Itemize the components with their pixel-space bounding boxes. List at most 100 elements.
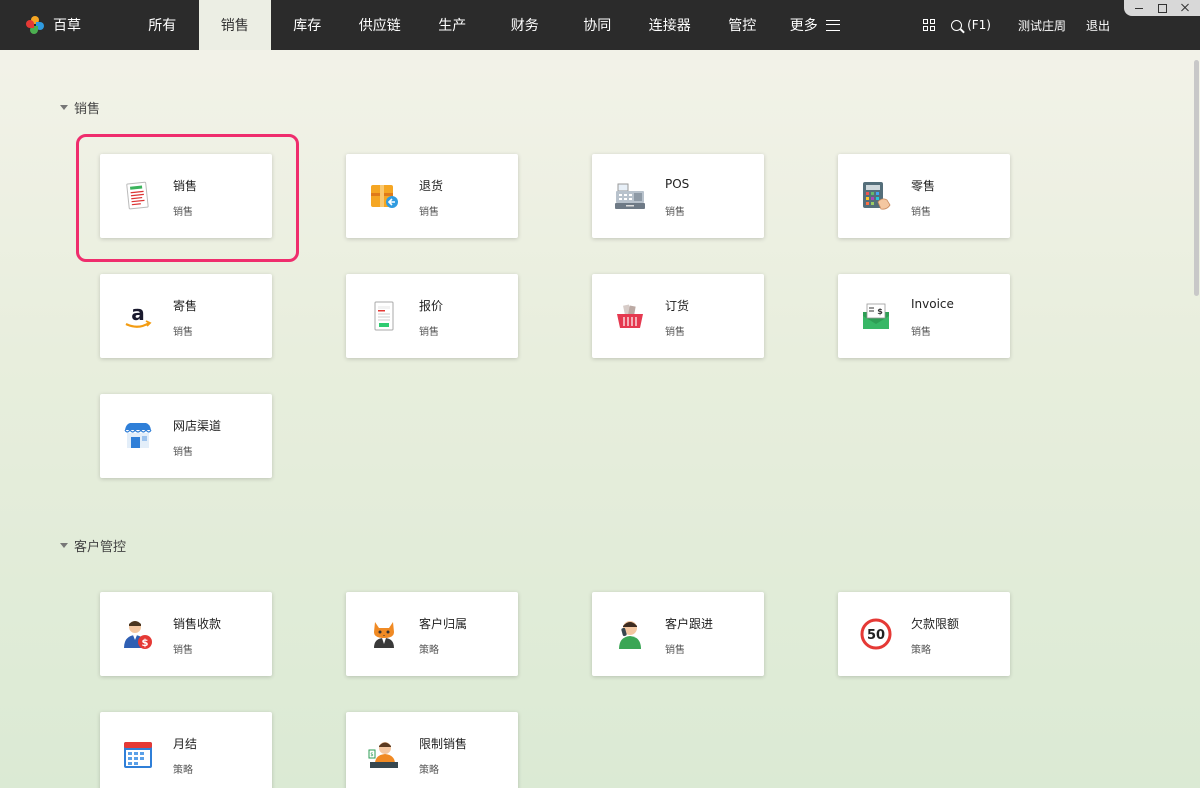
card-title: 网店渠道 bbox=[173, 419, 222, 433]
nav-tab-supply-chain[interactable]: 供应链 bbox=[344, 0, 417, 50]
invoice-envelope-icon: $ bbox=[863, 303, 889, 329]
card-title: 销售收款 bbox=[173, 617, 222, 631]
card-subtitle: 销售 bbox=[665, 645, 685, 656]
svg-text:$: $ bbox=[877, 307, 883, 316]
scrollbar-thumb[interactable] bbox=[1194, 60, 1199, 296]
shopping-basket-icon bbox=[617, 304, 643, 328]
nav-tab-sales[interactable]: 销售 bbox=[198, 0, 271, 50]
online-store-icon bbox=[124, 423, 152, 448]
nav-tab-finance[interactable]: 财务 bbox=[489, 0, 562, 50]
card-subtitle: 销售 bbox=[911, 327, 931, 338]
cat-customer-icon bbox=[374, 622, 394, 648]
card-subtitle: 销售 bbox=[911, 207, 931, 218]
card-subtitle: 策略 bbox=[911, 645, 931, 656]
card-subtitle: 策略 bbox=[419, 645, 439, 656]
app-grid-icon[interactable] bbox=[923, 19, 936, 31]
amazon-icon: a bbox=[125, 301, 152, 328]
card-title: 订货 bbox=[665, 299, 690, 313]
seller-desk-icon: $ bbox=[368, 742, 398, 768]
card-title: 客户归属 bbox=[419, 617, 468, 631]
logout-button[interactable]: 退出 bbox=[1086, 17, 1110, 34]
card-customer-ownership[interactable]: 客户归属 策略 bbox=[346, 592, 518, 676]
payment-collector-icon: $ bbox=[124, 621, 152, 649]
card-quotation[interactable]: 报价 销售 bbox=[346, 274, 518, 358]
return-box-icon bbox=[371, 185, 398, 208]
section-title: 客户管控 bbox=[74, 540, 127, 555]
brand-name: 百草 bbox=[53, 18, 81, 34]
card-title: 报价 bbox=[419, 299, 444, 313]
card-invoice[interactable]: $ Invoice 销售 bbox=[838, 274, 1010, 358]
card-subtitle: 销售 bbox=[419, 207, 439, 218]
card-subtitle: 策略 bbox=[173, 765, 193, 776]
nav-tab-connectors[interactable]: 连接器 bbox=[634, 0, 707, 50]
caret-down-icon bbox=[60, 105, 68, 110]
card-title: POS bbox=[665, 177, 690, 191]
section-header-customer-control[interactable]: 客户管控 bbox=[60, 536, 126, 555]
card-title: 客户跟进 bbox=[665, 617, 714, 631]
nav-more-button[interactable]: 更多 bbox=[779, 0, 852, 50]
card-title: 限制销售 bbox=[419, 737, 468, 751]
card-title: Invoice bbox=[911, 297, 954, 311]
card-subtitle: 销售 bbox=[173, 645, 193, 656]
section-title: 销售 bbox=[74, 102, 101, 117]
card-credit-limit[interactable]: 50 欠款限额 策略 bbox=[838, 592, 1010, 676]
retail-calculator-icon bbox=[863, 182, 891, 210]
nav-more-label: 更多 bbox=[789, 18, 818, 34]
top-bar: 百草 所有 销售 库存 供应链 生产 财务 协同 连接器 管控 更多 (F1) … bbox=[0, 0, 1200, 50]
nav-tab-control[interactable]: 管控 bbox=[706, 0, 779, 50]
quote-receipt-icon bbox=[374, 301, 394, 331]
hamburger-menu-icon bbox=[825, 19, 840, 31]
svg-text:$: $ bbox=[142, 638, 149, 649]
scrollbar[interactable] bbox=[1193, 50, 1200, 788]
nav-tab-production[interactable]: 生产 bbox=[416, 0, 489, 50]
card-returns[interactable]: 退货 销售 bbox=[346, 154, 518, 238]
brand-logo-icon bbox=[26, 16, 44, 34]
card-subtitle: 销售 bbox=[173, 327, 193, 338]
nav-tab-collaboration[interactable]: 协同 bbox=[561, 0, 634, 50]
phone-followup-icon bbox=[619, 621, 641, 649]
nav-tab-all[interactable]: 所有 bbox=[126, 0, 199, 50]
search-button[interactable]: (F1) bbox=[951, 18, 991, 32]
card-title: 欠款限额 bbox=[911, 617, 960, 631]
limit-value: 50 bbox=[867, 628, 885, 643]
card-title: 销售 bbox=[173, 179, 198, 193]
card-sales[interactable]: 销售 销售 bbox=[100, 154, 272, 238]
card-subtitle: 销售 bbox=[173, 207, 193, 218]
card-consignment[interactable]: a 寄售 销售 bbox=[100, 274, 272, 358]
maximize-icon[interactable] bbox=[1156, 2, 1168, 14]
card-customer-followup[interactable]: 客户跟进 销售 bbox=[592, 592, 764, 676]
svg-text:$: $ bbox=[370, 752, 373, 758]
calendar-icon bbox=[124, 742, 152, 768]
card-subtitle: 销售 bbox=[419, 327, 439, 338]
card-ordering[interactable]: 订货 销售 bbox=[592, 274, 764, 358]
brand[interactable]: 百草 bbox=[26, 0, 81, 50]
card-sales-restriction[interactable]: $ 限制销售 策略 bbox=[346, 712, 518, 788]
card-online-store[interactable]: 网店渠道 销售 bbox=[100, 394, 272, 478]
card-title: 寄售 bbox=[173, 299, 198, 313]
search-shortcut-label: (F1) bbox=[967, 18, 991, 32]
card-monthly-settlement[interactable]: 月结 策略 bbox=[100, 712, 272, 788]
close-icon[interactable] bbox=[1179, 2, 1191, 14]
nav-tab-inventory[interactable]: 库存 bbox=[271, 0, 344, 50]
search-icon bbox=[951, 19, 963, 31]
caret-down-icon bbox=[60, 543, 68, 548]
window-controls bbox=[1124, 0, 1200, 16]
sales-document-icon bbox=[126, 181, 149, 210]
card-title: 零售 bbox=[911, 179, 936, 193]
minimize-icon[interactable] bbox=[1133, 2, 1145, 14]
card-pos[interactable]: POS 销售 bbox=[592, 154, 764, 238]
card-subtitle: 策略 bbox=[419, 765, 439, 776]
card-subtitle: 销售 bbox=[665, 327, 685, 338]
cash-register-icon bbox=[615, 183, 645, 209]
user-name[interactable]: 测试庄周 bbox=[1018, 17, 1066, 34]
card-sales-collection[interactable]: $ 销售收款 销售 bbox=[100, 592, 272, 676]
card-title: 退货 bbox=[419, 179, 444, 193]
card-subtitle: 销售 bbox=[173, 447, 193, 458]
limit-sign-icon: 50 bbox=[860, 618, 892, 650]
card-title: 月结 bbox=[173, 737, 198, 751]
main-nav: 所有 销售 库存 供应链 生产 财务 协同 连接器 管控 更多 bbox=[126, 0, 851, 50]
card-subtitle: 销售 bbox=[665, 207, 685, 218]
svg-text:a: a bbox=[131, 301, 145, 325]
section-header-sales[interactable]: 销售 bbox=[60, 98, 100, 117]
card-retail[interactable]: 零售 销售 bbox=[838, 154, 1010, 238]
